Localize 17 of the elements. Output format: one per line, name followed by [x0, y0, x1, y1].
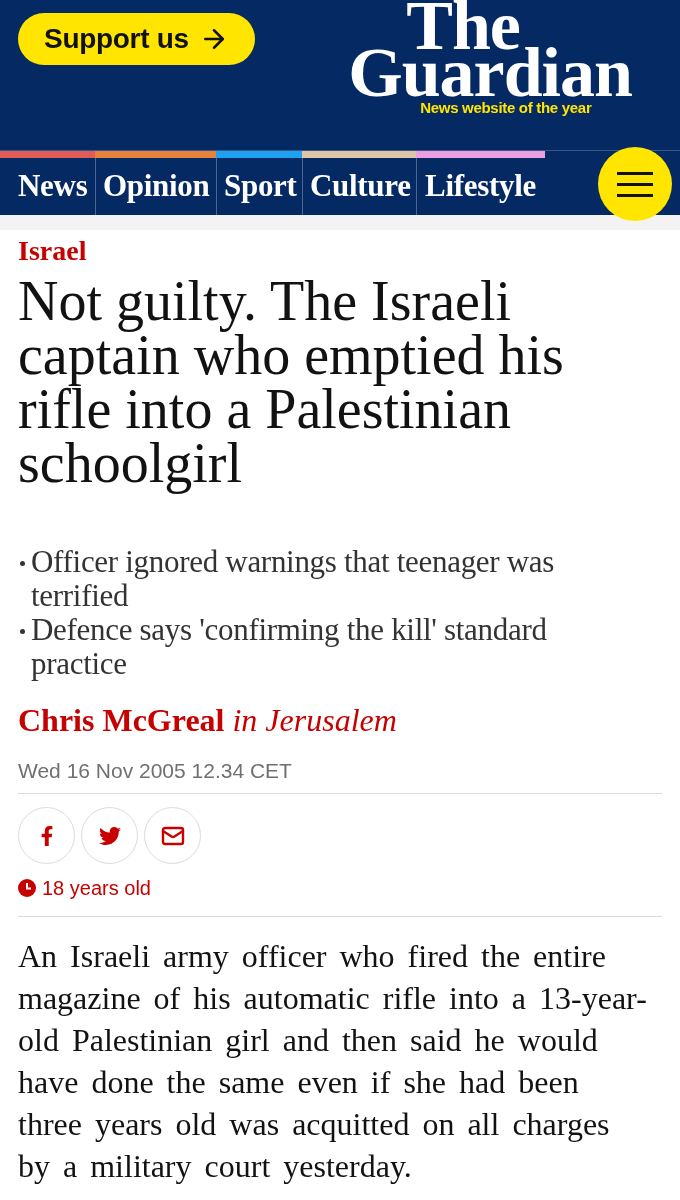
menu-icon	[617, 171, 653, 197]
bullet-icon	[20, 629, 25, 634]
section-label[interactable]: Israel	[18, 235, 87, 267]
article-age-label: 18 years old	[42, 877, 151, 899]
clock-icon	[18, 879, 36, 897]
standfirst-item: Defence says 'confirming the kill' standard practice	[31, 613, 548, 681]
byline: Chris McGreal in Jerusalem	[18, 702, 397, 738]
standfirst-item: Officer ignored warnings that teenager was terrified	[31, 545, 556, 613]
nav-tab[interactable]: News	[0, 158, 95, 215]
site-logo[interactable]: The Guardian	[348, 2, 632, 96]
dateline: Wed 16 Nov 2005 12.34 CET	[18, 759, 292, 783]
share-button[interactable]	[144, 807, 201, 864]
tagline: News website of the year	[420, 99, 592, 117]
bird-icon	[98, 824, 121, 847]
bullet-icon	[20, 561, 25, 566]
support-button[interactable]: Support us	[18, 13, 255, 65]
article-body: An Israeli army officer who fired the entire magazine of his automatic rifle into a 13-year-old Palestinian girl and then said he would have done the same even if she had been three years old was acquitted on all charges by a military court yesterday.	[18, 937, 648, 1186]
